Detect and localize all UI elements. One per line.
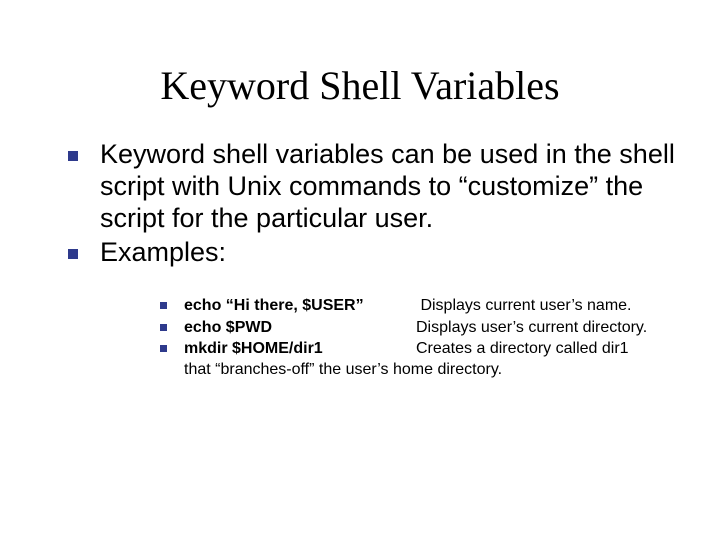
example-command: mkdir $HOME/dir1 bbox=[184, 339, 416, 359]
examples-list: echo “Hi there, $USER” Displays current … bbox=[100, 296, 680, 380]
square-bullet-icon bbox=[160, 302, 167, 309]
bullet-text: Keyword shell variables can be used in t… bbox=[100, 139, 675, 233]
list-item: Examples: echo “Hi there, $USER” Display… bbox=[68, 237, 680, 381]
square-bullet-icon bbox=[160, 324, 167, 331]
square-bullet-icon bbox=[160, 345, 167, 352]
example-command: echo $PWD bbox=[184, 318, 416, 338]
square-bullet-icon bbox=[68, 151, 78, 161]
square-bullet-icon bbox=[68, 249, 78, 259]
list-item: mkdir $HOME/dir1Creates a directory call… bbox=[160, 339, 680, 380]
list-item: echo $PWDDisplays user’s current directo… bbox=[160, 318, 680, 338]
slide: Keyword Shell Variables Keyword shell va… bbox=[0, 0, 720, 540]
example-description: Creates a directory called dir1 bbox=[416, 340, 629, 357]
list-item: echo “Hi there, $USER” Displays current … bbox=[160, 296, 680, 316]
example-description: Displays current user’s name. bbox=[416, 297, 632, 314]
bullet-text: Examples: bbox=[100, 237, 226, 267]
example-description: Displays user’s current directory. bbox=[416, 319, 647, 336]
main-list: Keyword shell variables can be used in t… bbox=[68, 139, 680, 380]
example-command: echo “Hi there, $USER” bbox=[184, 296, 416, 316]
slide-title: Keyword Shell Variables bbox=[0, 62, 720, 109]
example-description-cont: that “branches-off” the user’s home dire… bbox=[184, 361, 502, 378]
list-item: Keyword shell variables can be used in t… bbox=[68, 139, 680, 235]
slide-body: Keyword shell variables can be used in t… bbox=[0, 139, 720, 380]
